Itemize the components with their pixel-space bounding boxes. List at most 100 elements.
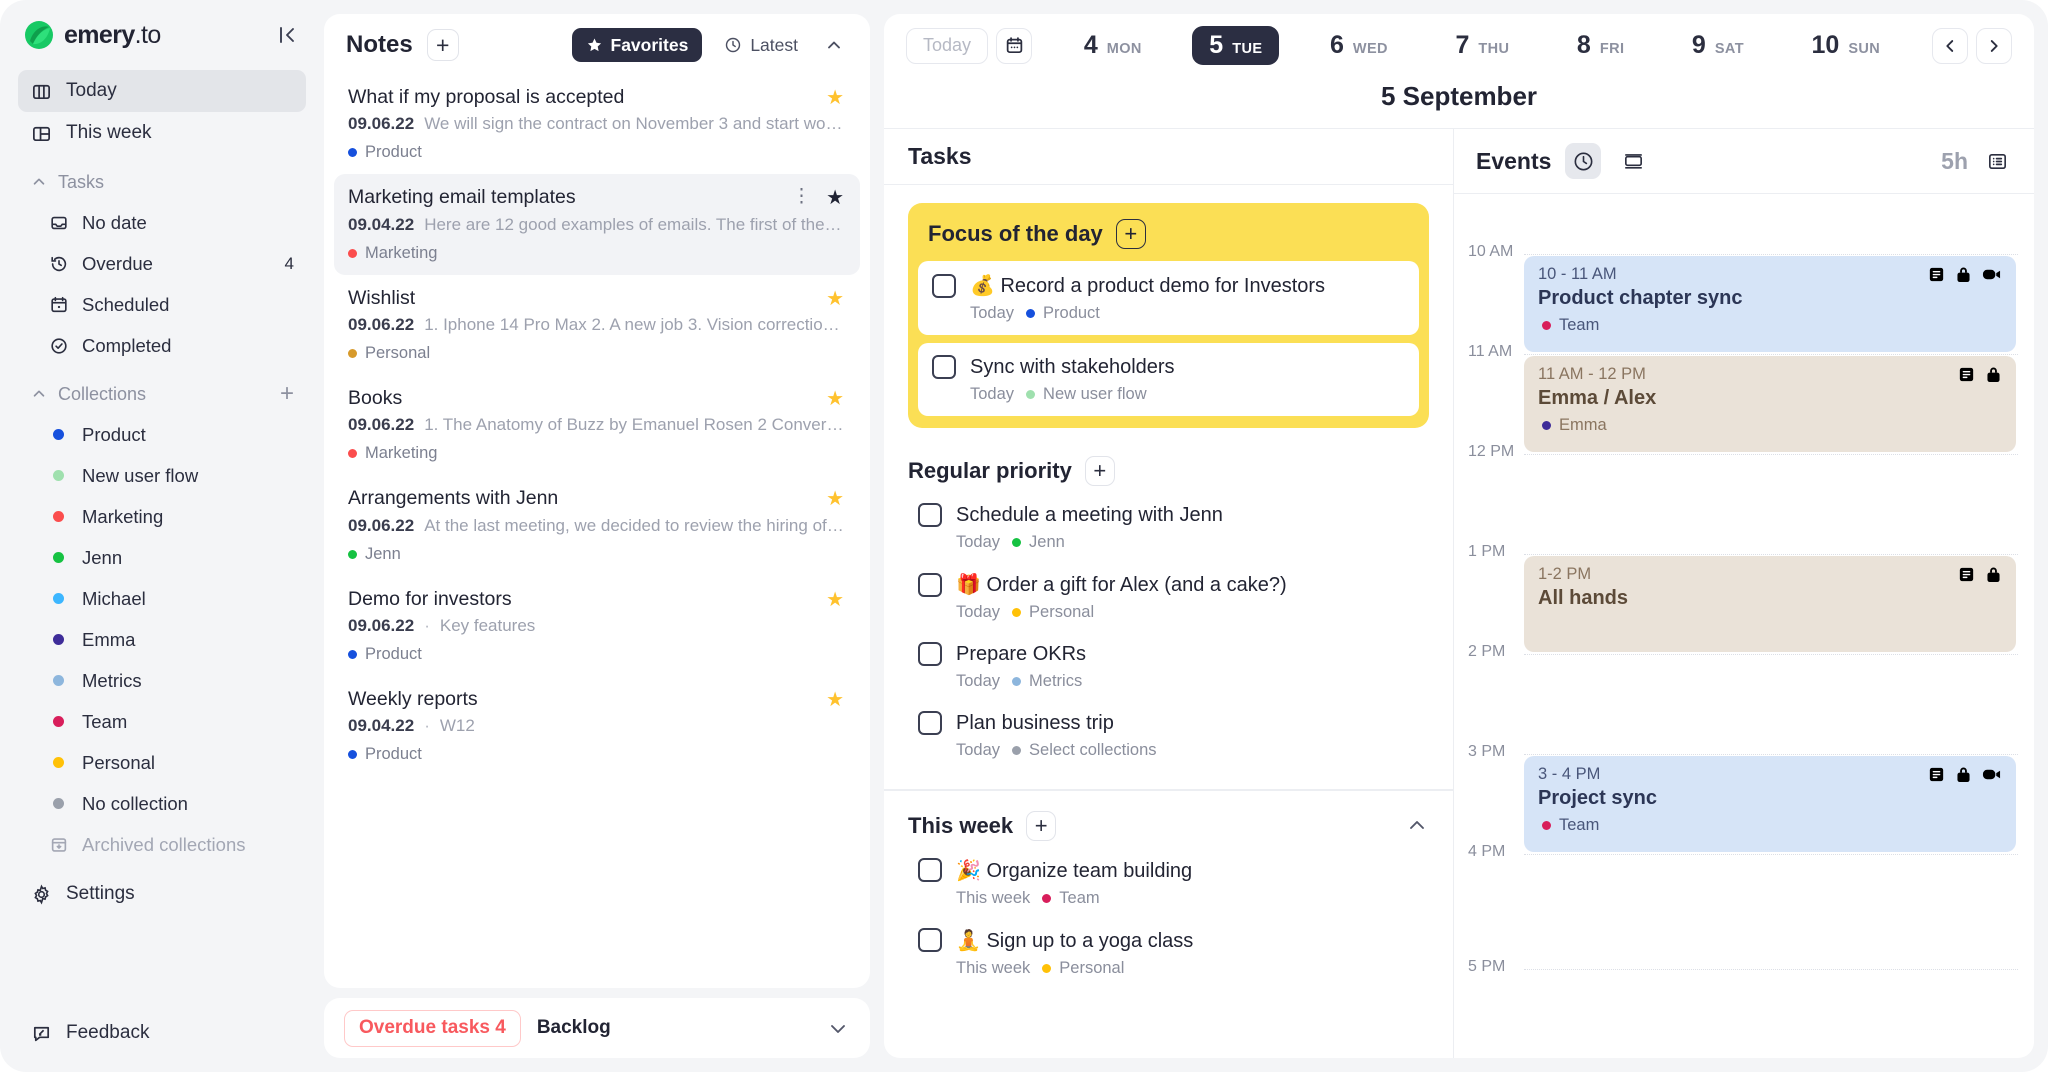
add-collection-button[interactable]: + (280, 382, 294, 406)
day-4[interactable]: 4 MON (1067, 26, 1159, 65)
task-checkbox[interactable] (918, 503, 942, 527)
star-icon[interactable]: ★ (826, 185, 844, 210)
sidebar-item-this-week[interactable]: This week (18, 112, 306, 154)
list-view-icon[interactable] (1982, 150, 2012, 173)
task-item[interactable]: Schedule a meeting with Jenn Today Jenn (908, 492, 1429, 561)
sidebar-item-collection-team[interactable]: Team (18, 701, 306, 742)
sidebar-item-completed[interactable]: Completed (18, 325, 306, 366)
lock-icon[interactable] (1985, 565, 2002, 584)
expand-footer-icon[interactable] (826, 1016, 850, 1040)
sidebar-group-collections[interactable]: Collections + (18, 374, 306, 414)
task-item[interactable]: 💰 Record a product demo for Investors To… (918, 261, 1419, 335)
sidebar-item-overdue[interactable]: Overdue 4 (18, 243, 306, 284)
sidebar-item-archived-collections[interactable]: Archived collections (18, 824, 306, 865)
task-item[interactable]: Prepare OKRs Today Metrics (908, 631, 1429, 700)
note-list-item[interactable]: Marketing email templates 09.04.22 Here … (334, 174, 860, 274)
collapse-notes-icon[interactable] (820, 35, 848, 55)
task-checkbox[interactable] (918, 711, 942, 735)
note-icon[interactable] (1957, 565, 1976, 584)
task-checkbox[interactable] (932, 355, 956, 379)
board-icon[interactable] (1615, 143, 1651, 179)
note-list-item[interactable]: Weekly reports 09.04.22 · W12 Product ★ (334, 676, 860, 776)
add-regular-task-button[interactable]: + (1085, 456, 1115, 486)
add-note-button[interactable]: + (427, 29, 459, 61)
collapse-this-week-icon[interactable] (1405, 814, 1429, 838)
star-icon[interactable]: ★ (826, 85, 844, 110)
task-checkbox[interactable] (918, 642, 942, 666)
backlog-tab[interactable]: Backlog (537, 1017, 611, 1039)
sidebar-item-collection-michael[interactable]: Michael (18, 578, 306, 619)
prev-week-button[interactable] (1932, 28, 1968, 64)
day-6[interactable]: 6 WED (1313, 26, 1405, 65)
calendar-event[interactable]: 3 - 4 PM Project sync Team (1524, 756, 2016, 852)
task-checkbox[interactable] (918, 573, 942, 597)
sidebar-item-today[interactable]: Today (18, 70, 306, 112)
note-list-item[interactable]: Demo for investors 09.06.22 · Key featur… (334, 576, 860, 676)
sidebar-item-collection-new-user-flow[interactable]: New user flow (18, 455, 306, 496)
sidebar-item-collection-emma[interactable]: Emma (18, 619, 306, 660)
star-icon[interactable]: ★ (826, 286, 844, 311)
task-item[interactable]: Sync with stakeholders Today New user fl… (918, 343, 1419, 416)
task-checkbox[interactable] (918, 858, 942, 882)
note-list-item[interactable]: Books 09.06.22 1. The Anatomy of Buzz by… (334, 375, 860, 475)
focus-task-list: 💰 Record a product demo for Investors To… (918, 261, 1419, 416)
star-icon[interactable]: ★ (826, 386, 844, 411)
calendar-picker-icon[interactable] (996, 28, 1032, 64)
note-subline: 09.04.22 · W12 (348, 716, 846, 736)
task-checkbox[interactable] (918, 928, 942, 952)
note-list-item[interactable]: Wishlist 09.06.22 1. Iphone 14 Pro Max 2… (334, 275, 860, 375)
lock-icon[interactable] (1985, 365, 2002, 384)
task-item[interactable]: 🧘 Sign up to a yoga class This week Pers… (908, 917, 1429, 987)
day-9[interactable]: 9 SAT (1675, 26, 1761, 65)
day-8[interactable]: 8 FRI (1560, 26, 1641, 65)
sidebar-item-collection-marketing[interactable]: Marketing (18, 496, 306, 537)
collapse-sidebar-icon[interactable] (274, 22, 300, 48)
sidebar-item-collection-personal[interactable]: Personal (18, 742, 306, 783)
day-5[interactable]: 5 TUE (1192, 26, 1279, 65)
star-icon[interactable]: ★ (826, 587, 844, 612)
note-list-item[interactable]: What if my proposal is accepted 09.06.22… (334, 74, 860, 174)
filter-favorites-button[interactable]: Favorites (572, 28, 703, 62)
sidebar-item-collection-metrics[interactable]: Metrics (18, 660, 306, 701)
sidebar-item-settings[interactable]: Settings (18, 873, 306, 915)
sidebar-item-scheduled[interactable]: Scheduled (18, 284, 306, 325)
calendar-event[interactable]: 11 AM - 12 PM Emma / Alex Emma (1524, 356, 2016, 452)
task-checkbox[interactable] (932, 274, 956, 298)
day-10[interactable]: 10 SUN (1795, 26, 1898, 65)
star-icon[interactable]: ★ (826, 486, 844, 511)
task-due: Today (956, 603, 1000, 622)
sidebar-item-collection-product[interactable]: Product (18, 414, 306, 455)
sidebar-item-collection-no-collection[interactable]: No collection (18, 783, 306, 824)
note-more-icon[interactable]: ⋮ (792, 185, 812, 208)
video-icon[interactable] (1981, 265, 2002, 284)
day-7[interactable]: 7 THU (1438, 26, 1526, 65)
sidebar-group-tasks[interactable]: Tasks (18, 162, 306, 202)
note-date: 09.06.22 (348, 616, 414, 636)
collection-color-dot (48, 670, 69, 691)
star-icon[interactable]: ★ (826, 687, 844, 712)
task-item[interactable]: Plan business trip Today Select collecti… (908, 700, 1429, 769)
add-focus-task-button[interactable]: + (1116, 219, 1146, 249)
note-icon[interactable] (1927, 765, 1946, 784)
note-icon[interactable] (1957, 365, 1976, 384)
task-item[interactable]: 🎉 Organize team building This week Team (908, 847, 1429, 917)
calendar-event[interactable]: 10 - 11 AM Product chapter sync Team (1524, 256, 2016, 352)
note-list-item[interactable]: Arrangements with Jenn 09.06.22 At the l… (334, 475, 860, 575)
sidebar-item-collection-jenn[interactable]: Jenn (18, 537, 306, 578)
lock-icon[interactable] (1955, 265, 1972, 284)
calendar-event[interactable]: 1-2 PM All hands (1524, 556, 2016, 652)
add-week-task-button[interactable]: + (1026, 811, 1056, 841)
overdue-tasks-tab[interactable]: Overdue tasks 4 (344, 1010, 521, 1047)
events-calendar[interactable]: 10 AM 11 AM 12 PM 1 PM 2 PM 3 PM 4 PM 5 … (1454, 194, 2034, 1058)
note-icon[interactable] (1927, 265, 1946, 284)
note-excerpt: 1. The Anatomy of Buzz by Emanuel Rosen … (424, 415, 846, 435)
sidebar-item-no-date[interactable]: No date (18, 202, 306, 243)
next-week-button[interactable] (1976, 28, 2012, 64)
lock-icon[interactable] (1955, 765, 1972, 784)
sidebar-item-feedback[interactable]: Feedback (18, 1012, 306, 1054)
task-item[interactable]: 🎁 Order a gift for Alex (and a cake?) To… (908, 561, 1429, 631)
clock-icon[interactable] (1565, 143, 1601, 179)
today-button[interactable]: Today (906, 28, 988, 64)
filter-latest-button[interactable]: Latest (710, 28, 812, 62)
video-icon[interactable] (1981, 765, 2002, 784)
